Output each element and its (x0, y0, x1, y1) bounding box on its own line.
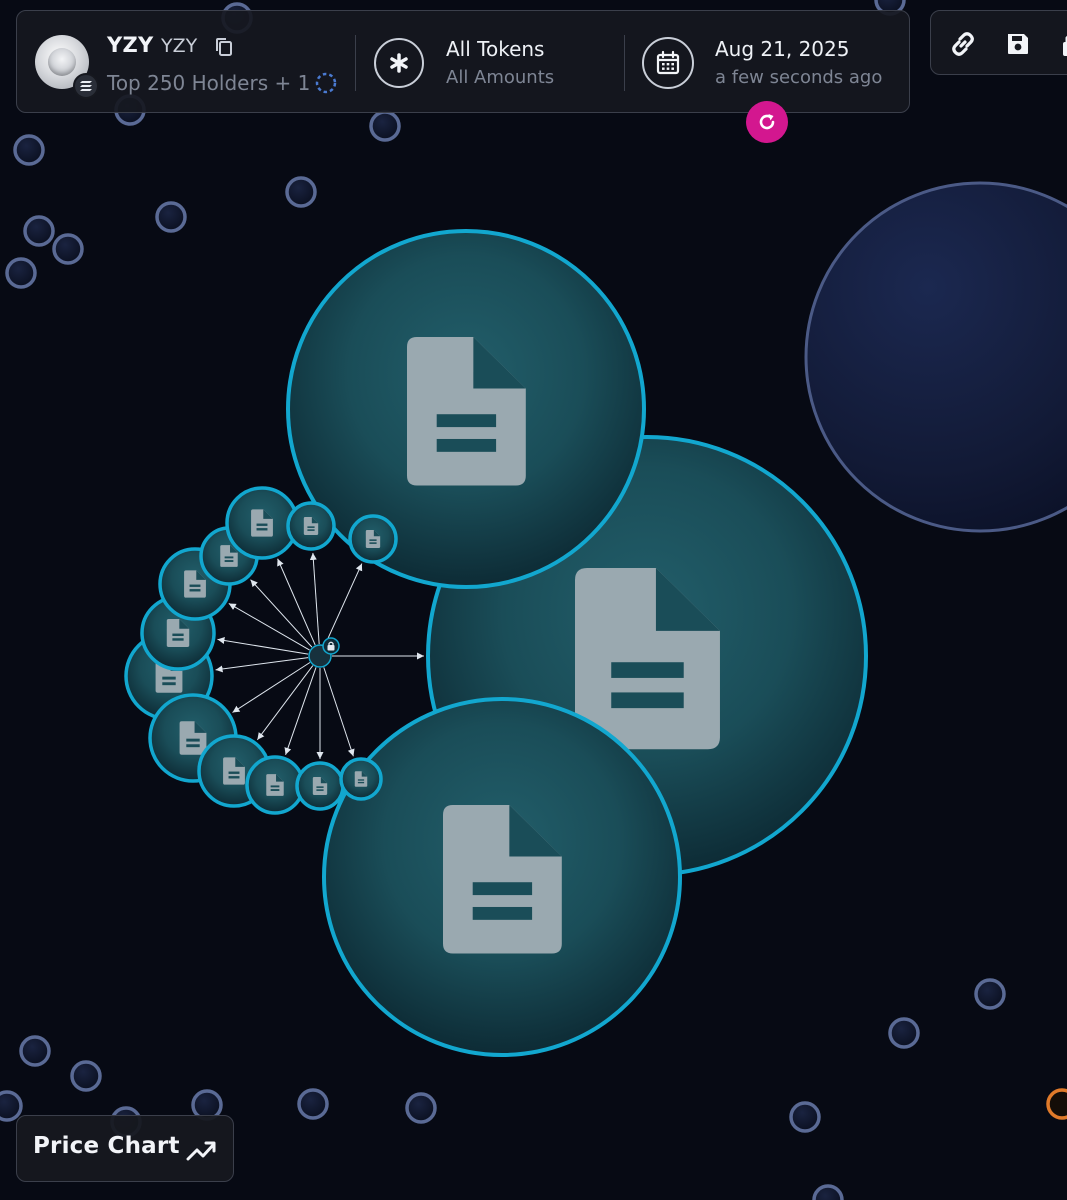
holder-node[interactable] (70, 1060, 102, 1092)
copy-icon[interactable] (213, 36, 235, 58)
calendar-button[interactable] (642, 37, 694, 89)
filter-title: All Tokens (446, 37, 545, 61)
holder-node[interactable] (789, 1101, 821, 1133)
price-chart-label: Price Chart (33, 1133, 180, 1159)
linked-holder-node[interactable] (245, 755, 305, 815)
transfer-arrow (256, 665, 314, 741)
hub-node[interactable] (308, 637, 340, 668)
holder-node[interactable] (155, 201, 187, 233)
linked-holder-node[interactable] (339, 757, 383, 801)
holder-node-large-bottom[interactable] (322, 697, 682, 1057)
spinner-icon (315, 72, 337, 94)
transfer-arrow (215, 657, 309, 673)
holder-node[interactable] (13, 134, 45, 166)
holders-label[interactable]: Top 250 Holders + 1 (107, 71, 310, 95)
linked-holder-node[interactable] (286, 501, 336, 551)
holder-node[interactable] (0, 1090, 23, 1122)
chain-icon (73, 73, 99, 99)
map-toolbar (930, 10, 1067, 75)
save-icon (1008, 34, 1028, 54)
transfer-arrow (324, 563, 363, 646)
header-divider (624, 35, 625, 91)
calendar-icon (656, 50, 680, 75)
bubble-map-canvas[interactable] (0, 0, 1067, 1200)
transfer-arrow (250, 579, 313, 648)
holder-node[interactable] (974, 978, 1006, 1010)
save-button[interactable] (1000, 26, 1036, 62)
transfer-arrow (232, 662, 311, 713)
holder-node[interactable] (23, 215, 55, 247)
holder-node[interactable] (369, 110, 401, 142)
transfer-arrow (309, 552, 320, 645)
holder-node[interactable] (52, 233, 84, 265)
token-name: YZY (107, 33, 154, 57)
holder-node[interactable] (5, 257, 37, 289)
refresh-button[interactable] (746, 101, 788, 143)
token-symbol: YZY (161, 35, 198, 57)
linked-holder-cluster (124, 486, 398, 815)
date-subtitle: a few seconds ago (715, 67, 883, 88)
transfer-arrow (277, 558, 316, 646)
date-title: Aug 21, 2025 (715, 37, 850, 61)
token-header: YZY YZY Top 250 Holders + 1 All Tokens A… (16, 10, 910, 113)
header-divider (355, 35, 356, 91)
transfer-arrow (284, 667, 317, 755)
filter-button[interactable] (374, 38, 424, 88)
asterisk-icon (390, 53, 408, 73)
date-selector[interactable]: Aug 21, 2025 a few seconds ago (642, 27, 912, 97)
holder-node-orange[interactable] (1046, 1088, 1067, 1120)
holder-node[interactable] (297, 1088, 329, 1120)
large-holder-node[interactable] (804, 181, 1067, 533)
share-link-button[interactable] (945, 26, 981, 62)
holder-node[interactable] (405, 1092, 437, 1124)
trend-icon (186, 1141, 216, 1161)
link-icon (952, 32, 974, 56)
token-selector[interactable]: YZY YZY Top 250 Holders + 1 (35, 27, 345, 99)
holder-node-large-top[interactable] (286, 229, 646, 589)
transfer-arrow (323, 667, 355, 757)
lock-button[interactable] (1055, 26, 1067, 62)
holder-node[interactable] (812, 1184, 844, 1200)
refresh-icon (759, 114, 775, 130)
linked-holder-node[interactable] (295, 761, 345, 811)
price-chart-button[interactable]: Price Chart (16, 1115, 234, 1182)
linked-holder-node[interactable] (348, 514, 398, 564)
holder-node[interactable] (19, 1035, 51, 1067)
holder-node[interactable] (888, 1017, 920, 1049)
filter-subtitle: All Amounts (446, 67, 555, 88)
lock-icon (1063, 35, 1067, 56)
token-filter[interactable]: All Tokens All Amounts (374, 27, 604, 97)
holder-node[interactable] (285, 176, 317, 208)
